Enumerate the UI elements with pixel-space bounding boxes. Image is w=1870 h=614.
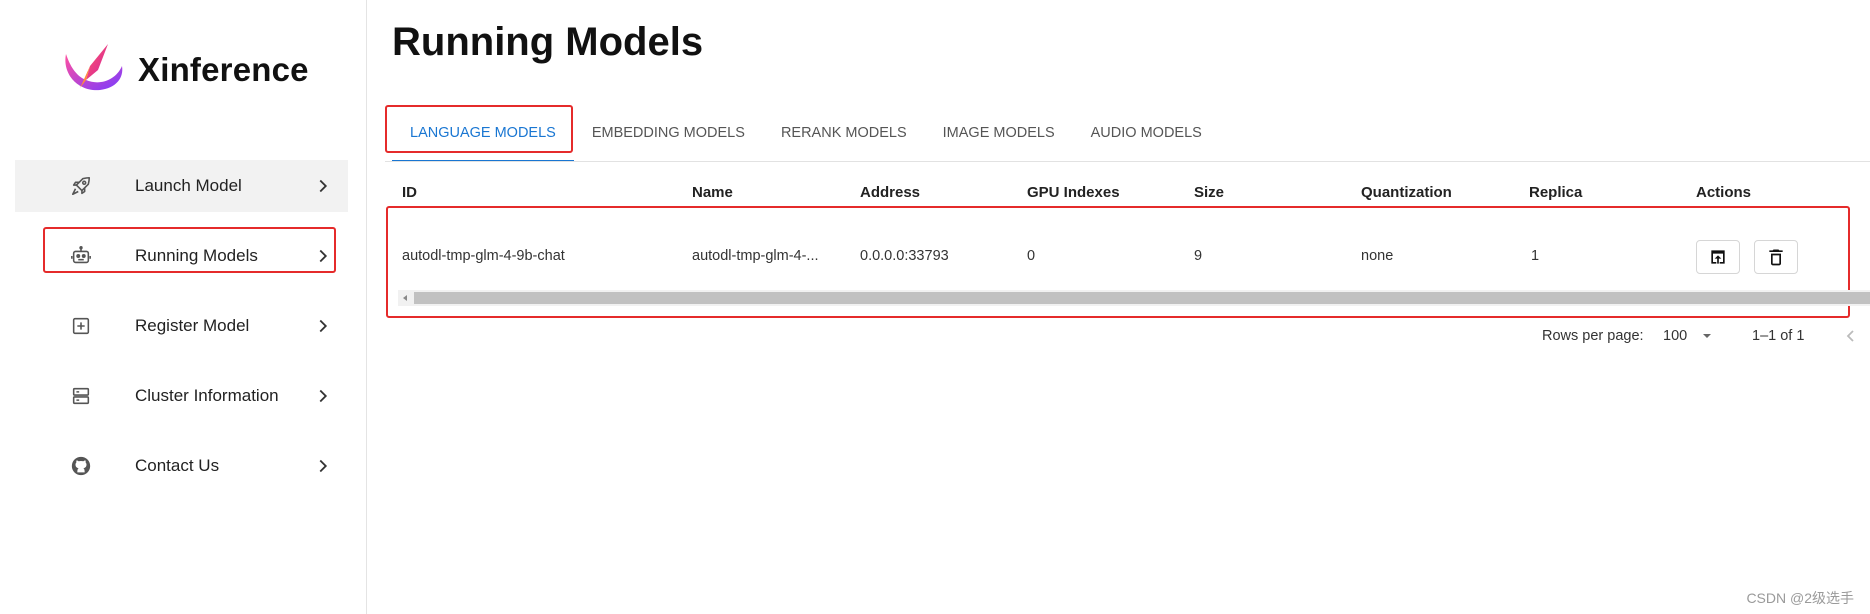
page-title: Running Models — [392, 20, 704, 64]
sidebar-item-label: Cluster Information — [135, 386, 279, 405]
cell-id: autodl-tmp-glm-4-9b-chat — [402, 248, 565, 264]
tab-image-models[interactable]: IMAGE MODELS — [925, 110, 1073, 160]
model-type-tabs: LANGUAGE MODELS EMBEDDING MODELS RERANK … — [392, 110, 1220, 162]
column-header-name[interactable]: Name — [692, 184, 733, 201]
sidebar-item-launch-model[interactable]: Launch Model — [15, 160, 348, 212]
cell-quantization: none — [1361, 248, 1394, 264]
rows-per-page-label: Rows per page: — [1542, 328, 1644, 344]
sidebar-item-label: Register Model — [135, 316, 250, 335]
tabs-divider — [385, 161, 1870, 162]
cell-gpu-indexes: 0 — [1027, 248, 1036, 264]
horizontal-scrollbar[interactable] — [398, 290, 1870, 306]
chevron-right-icon — [319, 459, 328, 473]
cell-name: autodl-tmp-glm-4-... — [692, 248, 819, 264]
cell-replica: 1 — [1531, 248, 1540, 264]
chevron-right-icon — [319, 389, 328, 403]
column-header-actions: Actions — [1696, 184, 1752, 201]
open-model-button[interactable] — [1696, 240, 1740, 274]
tab-audio-models[interactable]: AUDIO MODELS — [1073, 110, 1220, 160]
rows-per-page-value: 100 — [1663, 328, 1688, 344]
column-header-quantization[interactable]: Quantization — [1361, 184, 1452, 201]
chevron-left-icon — [1846, 330, 1854, 342]
rows-per-page-select[interactable]: 100 — [1663, 328, 1713, 344]
column-header-size[interactable]: Size — [1194, 184, 1224, 201]
xinference-logo — [65, 44, 123, 91]
chevron-right-icon — [319, 319, 328, 333]
delete-icon — [1769, 249, 1783, 266]
watermark: CSDN @2级选手 — [1746, 590, 1854, 606]
prev-page-button[interactable] — [1844, 328, 1858, 348]
sidebar-item-label: Running Models — [135, 246, 258, 265]
sidebar-item-label: Launch Model — [135, 176, 242, 195]
scrollbar-thumb[interactable] — [414, 292, 1870, 304]
sidebar-item-cluster-information[interactable]: Cluster Information — [15, 370, 348, 422]
sidebar-item-running-models[interactable]: Running Models — [15, 230, 348, 282]
tab-embedding-models[interactable]: EMBEDDING MODELS — [574, 110, 763, 160]
sidebar-item-label: Contact Us — [135, 456, 220, 475]
server-icon — [70, 385, 92, 407]
robot-icon — [70, 245, 92, 267]
rocket-icon — [70, 175, 92, 197]
scroll-left-arrow-icon[interactable] — [398, 290, 412, 306]
cell-size: 9 — [1194, 248, 1203, 264]
sidebar-item-register-model[interactable]: Register Model — [15, 300, 348, 352]
column-header-replica[interactable]: Replica — [1529, 184, 1582, 201]
column-header-gpu-indexes[interactable]: GPU Indexes — [1027, 184, 1120, 201]
brand: Xinference — [60, 40, 309, 100]
plus-square-icon — [70, 315, 92, 337]
cell-address: 0.0.0.0:33793 — [860, 248, 949, 264]
column-header-address[interactable]: Address — [860, 184, 920, 201]
tab-rerank-models[interactable]: RERANK MODELS — [763, 110, 925, 160]
sidebar: Xinference Launch Model Running Models R… — [0, 0, 367, 614]
github-icon — [70, 455, 92, 477]
sidebar-item-contact-us[interactable]: Contact Us — [15, 440, 348, 492]
delete-model-button[interactable] — [1754, 240, 1798, 274]
app-name: Xinference — [138, 51, 309, 88]
open-in-new-icon — [1711, 250, 1725, 264]
chevron-right-icon — [319, 249, 328, 263]
tab-language-models[interactable]: LANGUAGE MODELS — [392, 110, 574, 162]
column-header-id[interactable]: ID — [402, 184, 417, 201]
caret-down-icon — [1703, 334, 1712, 338]
chevron-right-icon — [319, 179, 328, 193]
pagination-range: 1–1 of 1 — [1752, 328, 1805, 344]
